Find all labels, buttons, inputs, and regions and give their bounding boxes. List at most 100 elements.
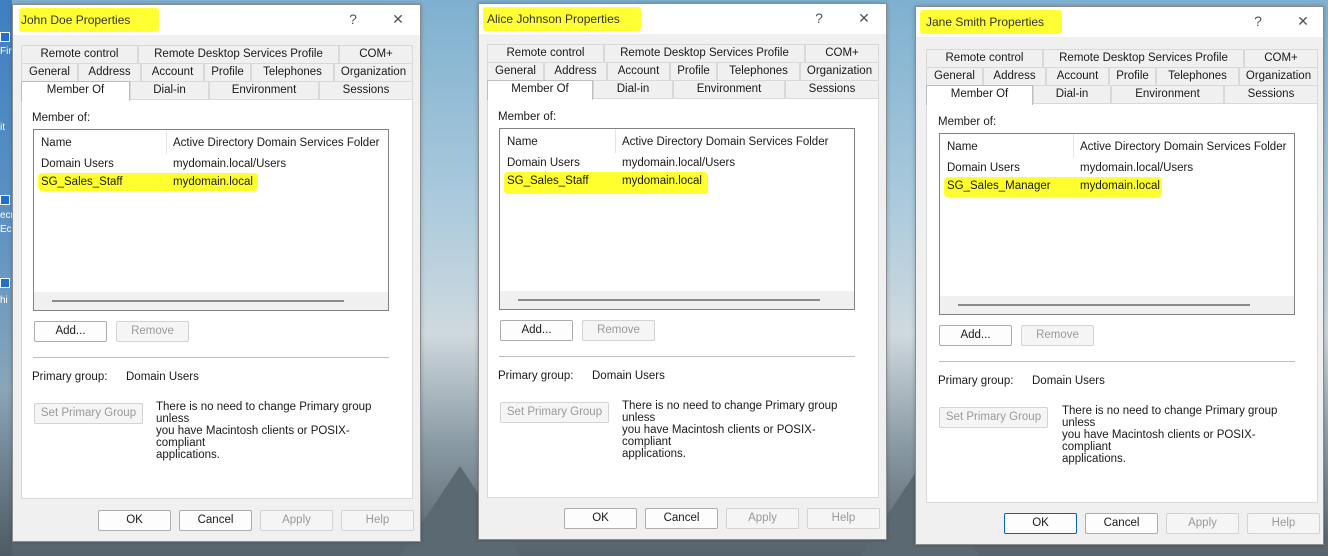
ok-button[interactable]: OK [1004, 513, 1077, 534]
tab-environment[interactable]: Environment [1111, 85, 1224, 103]
member-of-list[interactable]: Name Active Directory Domain Services Fo… [33, 129, 389, 311]
ok-button[interactable]: OK [564, 508, 637, 529]
tab-rds-profile[interactable]: Remote Desktop Services Profile [1043, 49, 1244, 67]
tab-telephones[interactable]: Telephones [251, 63, 334, 81]
group-name-cell[interactable]: Domain Users [947, 162, 1020, 174]
set-primary-group-button[interactable]: Set Primary Group [34, 403, 143, 424]
cancel-button[interactable]: Cancel [645, 508, 718, 529]
group-name-cell[interactable]: Domain Users [41, 158, 114, 170]
set-primary-group-button[interactable]: Set Primary Group [939, 407, 1048, 428]
tab-sessions[interactable]: Sessions [319, 81, 413, 99]
tab-com-plus[interactable]: COM+ [805, 44, 879, 62]
column-divider[interactable] [615, 129, 616, 153]
horizontal-scrollbar[interactable] [940, 296, 1294, 314]
tab-general[interactable]: General [487, 62, 544, 80]
column-header-name[interactable]: Name [947, 141, 978, 153]
column-header-folder[interactable]: Active Directory Domain Services Folder [622, 136, 828, 148]
tab-dial-in[interactable]: Dial-in [130, 81, 209, 99]
tab-dial-in[interactable]: Dial-in [593, 80, 673, 98]
close-icon[interactable]: ✕ [1293, 13, 1313, 30]
horizontal-scrollbar[interactable] [34, 292, 388, 310]
column-header-name[interactable]: Name [507, 136, 538, 148]
desktop-shortcut-icon[interactable] [0, 278, 10, 288]
ok-button[interactable]: OK [98, 510, 171, 531]
tab-dial-in[interactable]: Dial-in [1033, 85, 1111, 103]
tab-rds-profile[interactable]: Remote Desktop Services Profile [604, 44, 805, 62]
tab-telephones[interactable]: Telephones [717, 62, 800, 80]
tab-member-of[interactable]: Member Of [21, 81, 130, 101]
tab-environment[interactable]: Environment [209, 81, 319, 99]
remove-button[interactable]: Remove [1021, 325, 1094, 346]
cancel-button[interactable]: Cancel [1085, 513, 1158, 534]
scrollbar-thumb[interactable] [52, 300, 344, 302]
tab-environment[interactable]: Environment [673, 80, 785, 98]
tab-account[interactable]: Account [141, 63, 204, 81]
apply-button[interactable]: Apply [1166, 513, 1239, 534]
group-folder-cell[interactable]: mydomain.local [173, 176, 253, 188]
column-header-folder[interactable]: Active Directory Domain Services Folder [1080, 141, 1286, 153]
group-name-cell[interactable]: SG_Sales_Staff [41, 176, 123, 188]
tab-general[interactable]: General [926, 67, 983, 85]
add-button[interactable]: Add... [939, 325, 1012, 346]
desktop-shortcut-icon[interactable] [0, 32, 10, 42]
close-icon[interactable]: ✕ [388, 11, 408, 28]
help-button[interactable]: Help [1247, 513, 1320, 534]
help-icon[interactable]: ? [1248, 13, 1268, 29]
group-name-cell[interactable]: SG_Sales_Manager [947, 180, 1051, 192]
tab-member-of[interactable]: Member Of [926, 85, 1033, 105]
tab-sessions[interactable]: Sessions [785, 80, 879, 98]
desktop-shortcut-icon[interactable] [0, 195, 10, 205]
tab-account[interactable]: Account [1046, 67, 1109, 85]
set-primary-group-button[interactable]: Set Primary Group [500, 402, 609, 423]
tab-remote-control[interactable]: Remote control [926, 49, 1043, 67]
column-divider[interactable] [1073, 134, 1074, 158]
help-button[interactable]: Help [807, 508, 880, 529]
column-header-folder[interactable]: Active Directory Domain Services Folder [173, 137, 379, 149]
tab-address[interactable]: Address [544, 62, 607, 80]
close-icon[interactable]: ✕ [854, 10, 874, 27]
scrollbar-thumb[interactable] [518, 299, 820, 301]
group-folder-cell[interactable]: mydomain.local/Users [1080, 162, 1193, 174]
add-button[interactable]: Add... [34, 321, 107, 342]
tab-profile[interactable]: Profile [204, 63, 251, 81]
help-icon[interactable]: ? [343, 11, 363, 27]
horizontal-scrollbar[interactable] [500, 291, 854, 309]
scrollbar-thumb[interactable] [958, 304, 1250, 306]
tab-address[interactable]: Address [983, 67, 1046, 85]
tab-sessions[interactable]: Sessions [1224, 85, 1318, 103]
member-of-list[interactable]: Name Active Directory Domain Services Fo… [939, 133, 1295, 315]
tab-organization[interactable]: Organization [1239, 67, 1318, 85]
remove-button[interactable]: Remove [116, 321, 189, 342]
tab-remote-control[interactable]: Remote control [21, 45, 138, 63]
tab-rds-profile[interactable]: Remote Desktop Services Profile [138, 45, 339, 63]
help-icon[interactable]: ? [809, 10, 829, 26]
tab-member-of[interactable]: Member Of [487, 80, 593, 100]
tab-account[interactable]: Account [607, 62, 670, 80]
apply-button[interactable]: Apply [260, 510, 333, 531]
tab-com-plus[interactable]: COM+ [339, 45, 413, 63]
group-folder-cell[interactable]: mydomain.local/Users [622, 157, 735, 169]
member-of-list[interactable]: Name Active Directory Domain Services Fo… [499, 128, 855, 310]
tab-organization[interactable]: Organization [334, 63, 413, 81]
tab-general[interactable]: General [21, 63, 78, 81]
tab-profile[interactable]: Profile [1109, 67, 1156, 85]
column-divider[interactable] [166, 130, 167, 154]
cancel-button[interactable]: Cancel [179, 510, 252, 531]
group-name-cell[interactable]: SG_Sales_Staff [507, 175, 589, 187]
group-folder-cell[interactable]: mydomain.local/Users [173, 158, 286, 170]
add-button[interactable]: Add... [500, 320, 573, 341]
group-folder-cell[interactable]: mydomain.local [622, 175, 702, 187]
group-name-cell[interactable]: Domain Users [507, 157, 580, 169]
apply-button[interactable]: Apply [726, 508, 799, 529]
help-button[interactable]: Help [341, 510, 414, 531]
tab-remote-control[interactable]: Remote control [487, 44, 604, 62]
tab-com-plus[interactable]: COM+ [1244, 49, 1318, 67]
tab-telephones[interactable]: Telephones [1156, 67, 1239, 85]
tab-address[interactable]: Address [78, 63, 141, 81]
column-header-name[interactable]: Name [41, 137, 72, 149]
primary-group-label: Primary group: [498, 370, 574, 382]
remove-button[interactable]: Remove [582, 320, 655, 341]
tab-profile[interactable]: Profile [670, 62, 717, 80]
group-folder-cell[interactable]: mydomain.local [1080, 180, 1160, 192]
tab-organization[interactable]: Organization [800, 62, 879, 80]
